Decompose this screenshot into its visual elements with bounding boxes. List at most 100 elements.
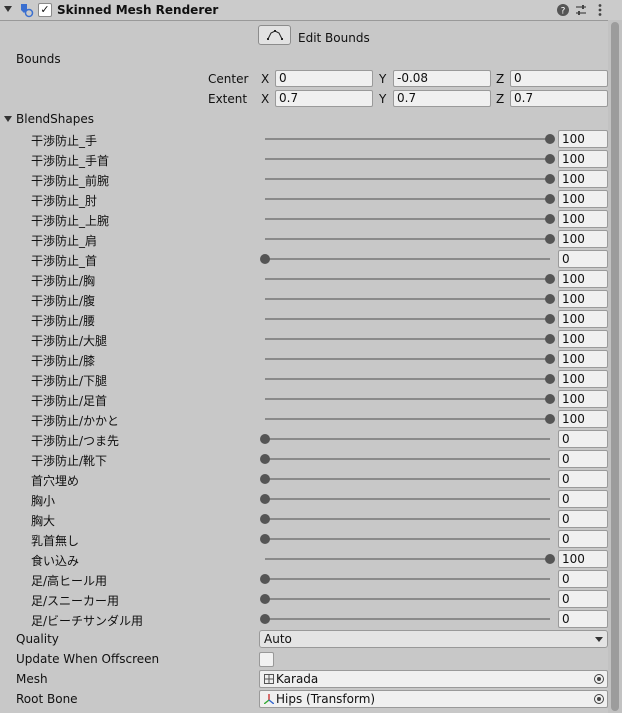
slider-handle[interactable] (545, 234, 555, 244)
slider-handle[interactable] (545, 214, 555, 224)
slider-handle[interactable] (545, 314, 555, 324)
slider-handle[interactable] (260, 514, 270, 524)
blendshape-slider[interactable] (265, 298, 550, 300)
blendshape-value-field[interactable]: 100 (558, 270, 608, 288)
blendshape-row: 胸小 0 (0, 489, 622, 509)
mesh-field[interactable]: Karada (259, 670, 608, 688)
slider-handle[interactable] (545, 334, 555, 344)
extent-z-field[interactable]: 0.7 (510, 90, 608, 107)
extent-y-field[interactable]: 0.7 (393, 90, 491, 107)
blendshape-value-field[interactable]: 0 (558, 490, 608, 508)
slider-handle[interactable] (260, 434, 270, 444)
blendshape-value-field[interactable]: 100 (558, 150, 608, 168)
slider-handle[interactable] (545, 174, 555, 184)
slider-handle[interactable] (545, 274, 555, 284)
blendshape-slider[interactable] (265, 178, 550, 180)
blendshape-slider[interactable] (265, 278, 550, 280)
blendshape-slider[interactable] (265, 338, 550, 340)
blendshape-slider[interactable] (265, 258, 550, 260)
blendshape-value-field[interactable]: 100 (558, 330, 608, 348)
foldout-arrow-icon[interactable] (4, 116, 12, 122)
center-x-field[interactable]: 0 (275, 70, 373, 87)
slider-handle[interactable] (545, 394, 555, 404)
slider-handle[interactable] (260, 494, 270, 504)
blendshape-slider[interactable] (265, 318, 550, 320)
blendshape-value-field[interactable]: 100 (558, 390, 608, 408)
blendshape-slider[interactable] (265, 578, 550, 580)
object-picker-icon[interactable] (594, 694, 604, 704)
edit-bounds-button[interactable] (258, 25, 291, 45)
enabled-checkbox[interactable]: ✓ (38, 3, 52, 17)
more-icon[interactable] (592, 2, 608, 18)
blendshape-slider[interactable] (265, 398, 550, 400)
blendshape-slider[interactable] (265, 598, 550, 600)
preset-icon[interactable] (573, 2, 589, 18)
blendshape-value-field[interactable]: 100 (558, 170, 608, 188)
center-z-field[interactable]: 0 (510, 70, 608, 87)
blendshape-value-field[interactable]: 100 (558, 230, 608, 248)
blendshape-slider[interactable] (265, 198, 550, 200)
blendshape-slider[interactable] (265, 378, 550, 380)
blendshape-slider[interactable] (265, 558, 550, 560)
root-bone-field[interactable]: Hips (Transform) (259, 690, 608, 708)
vertical-scrollbar[interactable] (608, 20, 622, 713)
slider-handle[interactable] (260, 594, 270, 604)
blendshape-value-field[interactable]: 0 (558, 430, 608, 448)
slider-handle[interactable] (260, 474, 270, 484)
slider-handle[interactable] (545, 134, 555, 144)
blendshape-slider[interactable] (265, 158, 550, 160)
blendshape-slider[interactable] (265, 418, 550, 420)
blendshape-value-field[interactable]: 100 (558, 290, 608, 308)
extent-label: Extent (208, 92, 248, 106)
slider-handle[interactable] (545, 414, 555, 424)
slider-handle[interactable] (260, 574, 270, 584)
blendshape-value-field[interactable]: 100 (558, 210, 608, 228)
blendshape-value-field[interactable]: 0 (558, 450, 608, 468)
slider-handle[interactable] (260, 454, 270, 464)
slider-handle[interactable] (545, 294, 555, 304)
slider-handle[interactable] (545, 374, 555, 384)
scrollbar-thumb[interactable] (611, 22, 619, 711)
blendshape-value-field[interactable]: 0 (558, 590, 608, 608)
update-offscreen-checkbox[interactable] (259, 652, 274, 667)
blendshape-slider[interactable] (265, 238, 550, 240)
blendshape-value-field[interactable]: 100 (558, 550, 608, 568)
blendshape-value-field[interactable]: 100 (558, 370, 608, 388)
extent-x-field[interactable]: 0.7 (275, 90, 373, 107)
object-picker-icon[interactable] (594, 674, 604, 684)
slider-handle[interactable] (260, 254, 270, 264)
help-icon[interactable]: ? (555, 2, 571, 18)
blendshape-slider[interactable] (265, 618, 550, 620)
slider-handle[interactable] (260, 614, 270, 624)
blendshape-slider[interactable] (265, 498, 550, 500)
foldout-arrow-icon[interactable] (4, 6, 12, 12)
blendshape-value-field[interactable]: 0 (558, 530, 608, 548)
blendshape-value-field[interactable]: 0 (558, 250, 608, 268)
blendshape-value-field[interactable]: 100 (558, 190, 608, 208)
blendshape-slider[interactable] (265, 218, 550, 220)
blendshape-slider[interactable] (265, 538, 550, 540)
blendshape-value-field[interactable]: 0 (558, 510, 608, 528)
center-y-field[interactable]: -0.08 (393, 70, 491, 87)
slider-handle[interactable] (545, 554, 555, 564)
blendshape-value-field[interactable]: 100 (558, 310, 608, 328)
blendshape-value-field[interactable]: 100 (558, 410, 608, 428)
slider-handle[interactable] (545, 154, 555, 164)
blendshape-value-field[interactable]: 0 (558, 610, 608, 628)
slider-handle[interactable] (545, 194, 555, 204)
slider-handle[interactable] (260, 534, 270, 544)
blendshape-slider[interactable] (265, 138, 550, 140)
blendshape-slider[interactable] (265, 438, 550, 440)
blendshape-value-field[interactable]: 100 (558, 350, 608, 368)
blendshape-slider[interactable] (265, 358, 550, 360)
blendshape-value-field[interactable]: 0 (558, 570, 608, 588)
slider-handle[interactable] (545, 354, 555, 364)
blendshape-slider[interactable] (265, 458, 550, 460)
blendshape-value-field[interactable]: 100 (558, 130, 608, 148)
quality-value: Auto (264, 632, 292, 646)
blendshape-slider[interactable] (265, 478, 550, 480)
blendshapes-foldout[interactable]: BlendShapes (0, 109, 622, 129)
blendshape-slider[interactable] (265, 518, 550, 520)
blendshape-value-field[interactable]: 0 (558, 470, 608, 488)
quality-dropdown[interactable]: Auto (259, 630, 608, 648)
